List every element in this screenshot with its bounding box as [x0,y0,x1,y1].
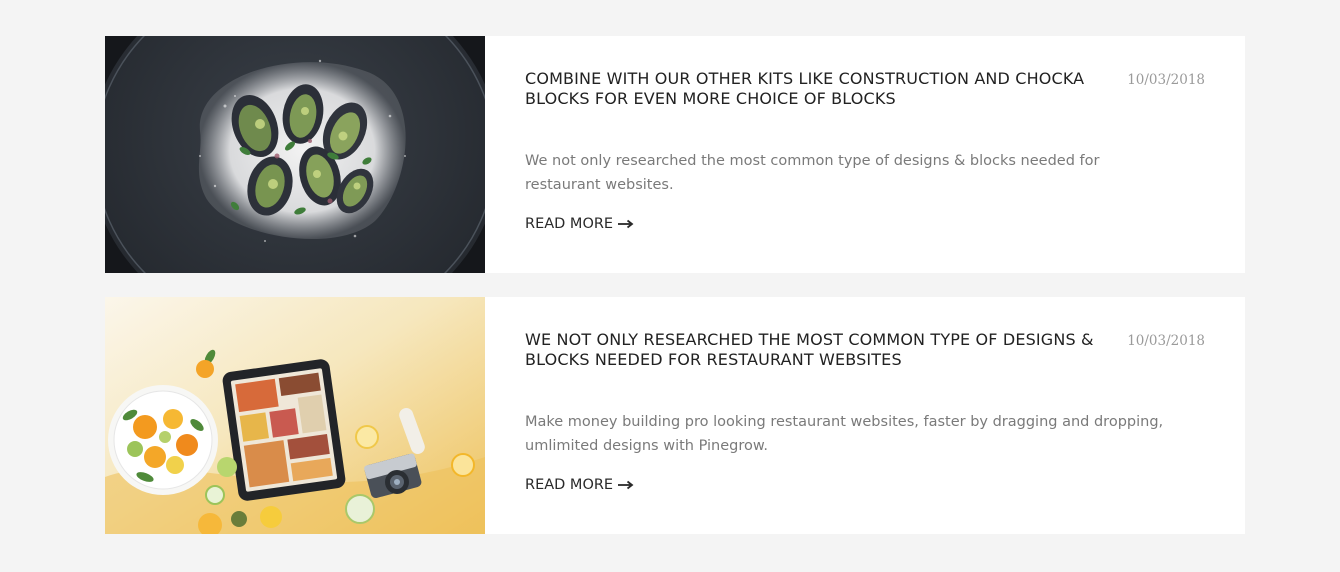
post-excerpt: We not only researched the most common t… [525,153,1100,193]
blog-post-card: COMBINE WITH OUR OTHER KITS LIKE CONSTRU… [105,36,1245,273]
blog-post-list: COMBINE WITH OUR OTHER KITS LIKE CONSTRU… [105,36,1245,558]
mussels-dish-photo [105,36,485,273]
read-more-label: READ MORE [525,216,614,232]
read-more-label: READ MORE [525,477,614,493]
post-image-link[interactable] [105,36,485,273]
blog-post-card: WE NOT ONLY RESEARCHED THE MOST COMMON T… [105,297,1245,534]
arrow-right-icon [618,480,634,490]
post-header: COMBINE WITH OUR OTHER KITS LIKE CONSTRU… [525,69,1205,109]
tablet-and-citrus-photo [105,297,485,534]
read-more-link[interactable]: READ MORE [525,214,634,234]
post-header: WE NOT ONLY RESEARCHED THE MOST COMMON T… [525,330,1205,370]
post-date: 10/03/2018 [1127,333,1205,349]
read-more-link[interactable]: READ MORE [525,475,634,495]
post-content: WE NOT ONLY RESEARCHED THE MOST COMMON T… [485,297,1245,534]
post-date: 10/03/2018 [1127,72,1205,88]
arrow-right-icon [618,219,634,229]
post-content: COMBINE WITH OUR OTHER KITS LIKE CONSTRU… [485,36,1245,273]
post-title[interactable]: WE NOT ONLY RESEARCHED THE MOST COMMON T… [525,330,1095,370]
post-image-link[interactable] [105,297,485,534]
post-excerpt: Make money building pro looking restaura… [525,414,1164,454]
post-title[interactable]: COMBINE WITH OUR OTHER KITS LIKE CONSTRU… [525,69,1095,109]
